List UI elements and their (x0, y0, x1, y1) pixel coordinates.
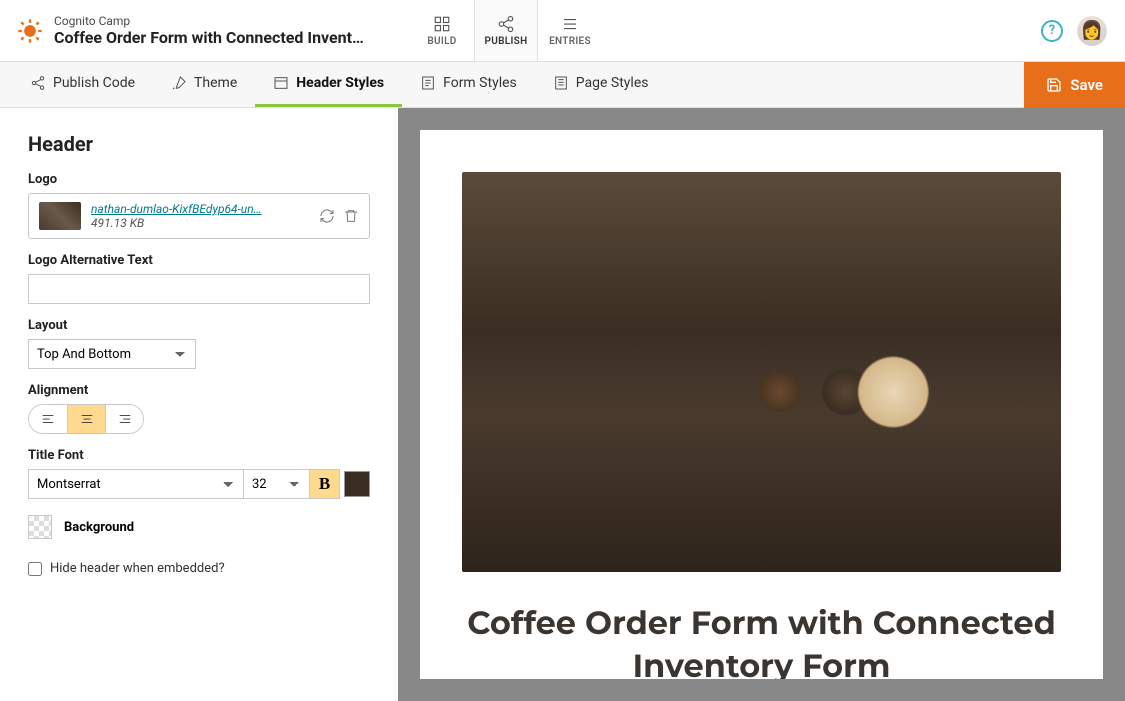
hide-header-label: Hide header when embedded? (50, 561, 225, 576)
preview-title: Coffee Order Form with Connected Invento… (462, 602, 1061, 679)
alignment-group (28, 404, 144, 434)
alt-text-input[interactable] (28, 274, 370, 304)
logo-file-box: nathan-dumlao-KixfBEdyp64-un… 491.13 KB (28, 193, 370, 239)
logo-label: Logo (28, 172, 370, 187)
delete-icon[interactable] (343, 208, 359, 224)
save-button[interactable]: Save (1024, 62, 1125, 108)
tab-bar: Publish Code Theme Header Styles Form St… (0, 62, 1125, 108)
grid-icon (433, 15, 451, 33)
tab-label: Publish Code (53, 75, 135, 91)
hide-header-row[interactable]: Hide header when embedded? (28, 561, 370, 576)
save-label: Save (1070, 76, 1103, 94)
preview-hero-image (462, 172, 1061, 572)
header-icon (273, 75, 289, 91)
list-icon (561, 15, 579, 33)
tab-label: Page Styles (576, 75, 649, 91)
section-title: Header (28, 132, 370, 156)
nav-build[interactable]: BUILD (410, 0, 474, 61)
tab-page-styles[interactable]: Page Styles (535, 62, 667, 107)
bold-toggle[interactable]: B (310, 469, 340, 499)
save-icon (1046, 77, 1062, 93)
alt-text-label: Logo Alternative Text (28, 253, 370, 268)
tab-header-styles[interactable]: Header Styles (255, 62, 402, 107)
align-right-icon (118, 412, 132, 426)
nav-publish[interactable]: PUBLISH (474, 0, 538, 61)
align-right-button[interactable] (105, 405, 143, 433)
user-avatar[interactable]: 👩 (1077, 16, 1107, 46)
share-icon (497, 15, 515, 33)
tab-label: Header Styles (296, 75, 384, 91)
tab-theme[interactable]: Theme (153, 62, 255, 107)
brush-icon (171, 75, 187, 91)
align-left-icon (41, 412, 55, 426)
brand-logo-icon (16, 17, 44, 45)
title-color-swatch[interactable] (344, 471, 370, 497)
title-font-label: Title Font (28, 448, 370, 463)
nav-entries[interactable]: ENTRIES (538, 0, 602, 61)
background-label: Background (64, 520, 134, 535)
align-center-icon (80, 412, 94, 426)
side-panel: Header Logo nathan-dumlao-KixfBEdyp64-un… (0, 108, 398, 701)
main-layout: Header Logo nathan-dumlao-KixfBEdyp64-un… (0, 108, 1125, 701)
preview-page: Coffee Order Form with Connected Invento… (420, 130, 1103, 679)
hide-header-checkbox[interactable] (28, 562, 42, 576)
nav-entries-label: ENTRIES (549, 36, 591, 47)
form-title[interactable]: Coffee Order Form with Connected Invent… (54, 28, 364, 47)
tab-form-styles[interactable]: Form Styles (402, 62, 535, 107)
top-nav: BUILD PUBLISH ENTRIES (410, 0, 602, 61)
replace-icon[interactable] (319, 208, 335, 224)
top-bar: Cognito Camp Coffee Order Form with Conn… (0, 0, 1125, 62)
file-size: 491.13 KB (91, 216, 309, 230)
layout-select[interactable]: Top And Bottom (28, 339, 196, 369)
align-center-button[interactable] (67, 405, 105, 433)
nav-build-label: BUILD (427, 36, 456, 47)
alignment-label: Alignment (28, 383, 370, 398)
font-family-select[interactable]: Montserrat (28, 469, 244, 499)
page-icon (553, 75, 569, 91)
layout-label: Layout (28, 318, 370, 333)
file-thumbnail (39, 202, 81, 230)
share-icon (30, 75, 46, 91)
background-swatch[interactable] (28, 515, 52, 539)
tab-publish-code[interactable]: Publish Code (12, 62, 153, 107)
tab-label: Theme (194, 75, 237, 91)
help-icon[interactable]: ? (1041, 20, 1063, 42)
file-name-link[interactable]: nathan-dumlao-KixfBEdyp64-un… (91, 202, 309, 216)
tab-label: Form Styles (443, 75, 517, 91)
preview-area: Coffee Order Form with Connected Invento… (398, 108, 1125, 701)
org-name: Cognito Camp (54, 14, 364, 28)
align-left-button[interactable] (29, 405, 67, 433)
brand-block: Cognito Camp Coffee Order Form with Conn… (0, 0, 410, 61)
form-icon (420, 75, 436, 91)
nav-publish-label: PUBLISH (485, 36, 528, 47)
font-size-select[interactable]: 32 (244, 469, 310, 499)
